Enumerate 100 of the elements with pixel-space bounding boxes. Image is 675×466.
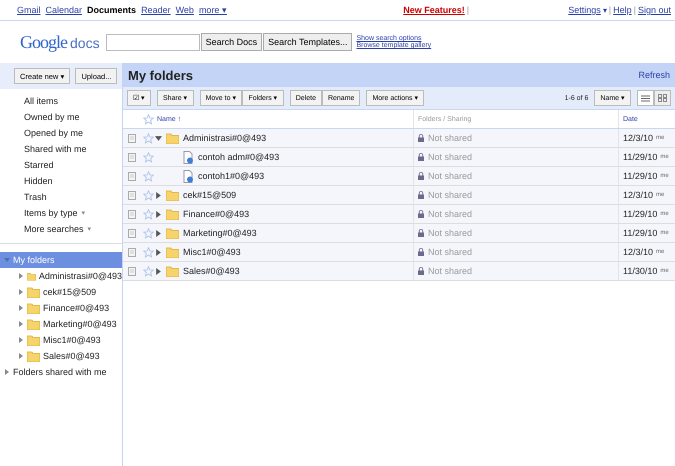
expand-arrow-icon[interactable] [155,248,162,256]
star-icon[interactable] [142,114,154,124]
nav-link[interactable]: Web [176,5,194,15]
select-checkbox[interactable] [128,266,136,276]
file-name[interactable]: contoh1#0@493 [198,171,264,181]
select-checkbox[interactable] [128,172,136,180]
tree-item[interactable]: Sales#0@493 [0,348,122,364]
expand-arrow-icon[interactable] [155,268,162,274]
tree-item[interactable]: Marketing#0@493 [0,316,122,332]
sidebar-item[interactable]: Opened by me [24,128,84,138]
search-button[interactable]: Search Templates... [263,33,352,51]
folder-icon [27,270,36,282]
star-icon[interactable] [142,152,154,162]
sidebar-item[interactable]: Shared with me [24,144,87,154]
file-name[interactable]: Marketing#0@493 [183,228,257,238]
sidebar-item[interactable]: More searches [24,224,84,234]
tree-item[interactable]: cek#15@509 [0,284,122,300]
sharing-status: Not shared [428,266,472,276]
folder-icon [27,302,40,314]
list-icon [641,94,650,102]
refresh-link[interactable]: Refresh [638,70,670,80]
sidebar-item[interactable]: Starred [24,160,54,170]
lock-icon [418,248,424,256]
nav-link[interactable]: Reader [141,5,171,15]
sidebar-item[interactable]: Trash [24,192,47,202]
settings-link[interactable]: Settings [568,5,601,15]
tree-item[interactable]: Administrasi#0@493 [0,268,122,284]
modified-date: 12/3/10 [623,133,654,143]
grid-view-button[interactable] [654,90,671,106]
expand-arrow-icon[interactable] [4,369,10,375]
tree-item[interactable]: Finance#0@493 [0,300,122,316]
search-field[interactable] [106,34,200,50]
sharing-status: Not shared [428,190,472,200]
sidebar-item[interactable]: All items [24,96,58,106]
modified-date: 11/29/10 [623,228,658,238]
expand-arrow-icon[interactable] [155,192,162,198]
select-checkbox[interactable] [128,248,136,256]
folder-icon [27,350,40,362]
select-checkbox[interactable] [128,228,136,238]
lock-icon [418,229,424,237]
sidebar-item[interactable]: Owned by me [24,112,80,122]
star-icon[interactable] [142,246,154,258]
separator: | [634,5,636,15]
sidebar-item[interactable]: Hidden [24,176,53,186]
expand-arrow-icon[interactable] [155,134,162,142]
star-icon[interactable] [142,266,154,276]
expand-arrow-icon[interactable] [18,353,24,359]
star-icon[interactable] [142,170,154,182]
list-view-button[interactable] [637,90,654,106]
file-name[interactable]: Misc1#0@493 [183,247,241,257]
page-title: My folders [128,68,194,82]
document-icon [183,170,194,182]
star-icon[interactable] [142,132,154,144]
select-checkbox[interactable] [128,210,136,218]
modified-date: 11/29/10 [623,152,658,162]
file-name[interactable]: Finance#0@493 [183,209,250,219]
modified-date: 11/30/10 [623,266,658,276]
nav-link[interactable]: Calendar [46,5,82,15]
logo: Google [20,32,67,52]
expand-arrow-icon[interactable] [18,305,24,311]
folder-icon [27,318,40,330]
folder-icon [166,190,179,200]
more-link[interactable]: more ▾ [198,5,227,15]
modified-date: 12/3/10 [623,247,654,257]
sharing-status: Not shared [428,209,472,219]
nav-link[interactable]: Documents [87,5,136,15]
file-name[interactable]: Administrasi#0@493 [183,133,266,143]
star-icon[interactable] [142,228,154,238]
lock-icon [418,172,424,180]
select-checkbox[interactable] [128,152,136,162]
expand-arrow-icon[interactable] [18,337,24,343]
modified-date: 12/3/10 [623,190,654,200]
document-icon [183,150,194,164]
sharing-status: Not shared [428,133,472,143]
sidebar-item[interactable]: Items by type [24,208,78,218]
sharing-status: Not shared [428,247,472,257]
nav-link[interactable]: Gmail [17,5,41,15]
select-checkbox[interactable] [128,134,136,142]
folder-icon [166,132,179,144]
select-checkbox[interactable] [128,190,136,200]
expand-arrow-icon[interactable] [155,230,162,236]
expand-arrow-icon[interactable] [18,321,24,327]
folder-icon [166,266,179,276]
star-icon[interactable] [142,208,154,220]
file-name[interactable]: Sales#0@493 [183,266,240,276]
tree-item[interactable]: Folders shared with me [0,364,122,380]
tree-item[interactable]: Misc1#0@493 [0,332,122,348]
new-features-link[interactable]: New Features! [403,5,465,15]
expand-arrow-icon[interactable] [155,210,162,218]
folder-icon [27,334,40,346]
lock-icon [418,210,424,218]
file-name[interactable]: cek#15@509 [183,190,236,200]
expand-arrow-icon[interactable] [18,273,24,279]
sign-out-link[interactable]: Sign out [638,5,671,15]
help-link[interactable]: Help [613,5,632,15]
sharing-status: Not shared [428,171,472,181]
expand-arrow-icon[interactable] [18,289,24,295]
file-name[interactable]: contoh adm#0@493 [198,152,280,162]
search-button[interactable]: Search Docs [200,33,262,51]
star-icon[interactable] [142,190,154,200]
